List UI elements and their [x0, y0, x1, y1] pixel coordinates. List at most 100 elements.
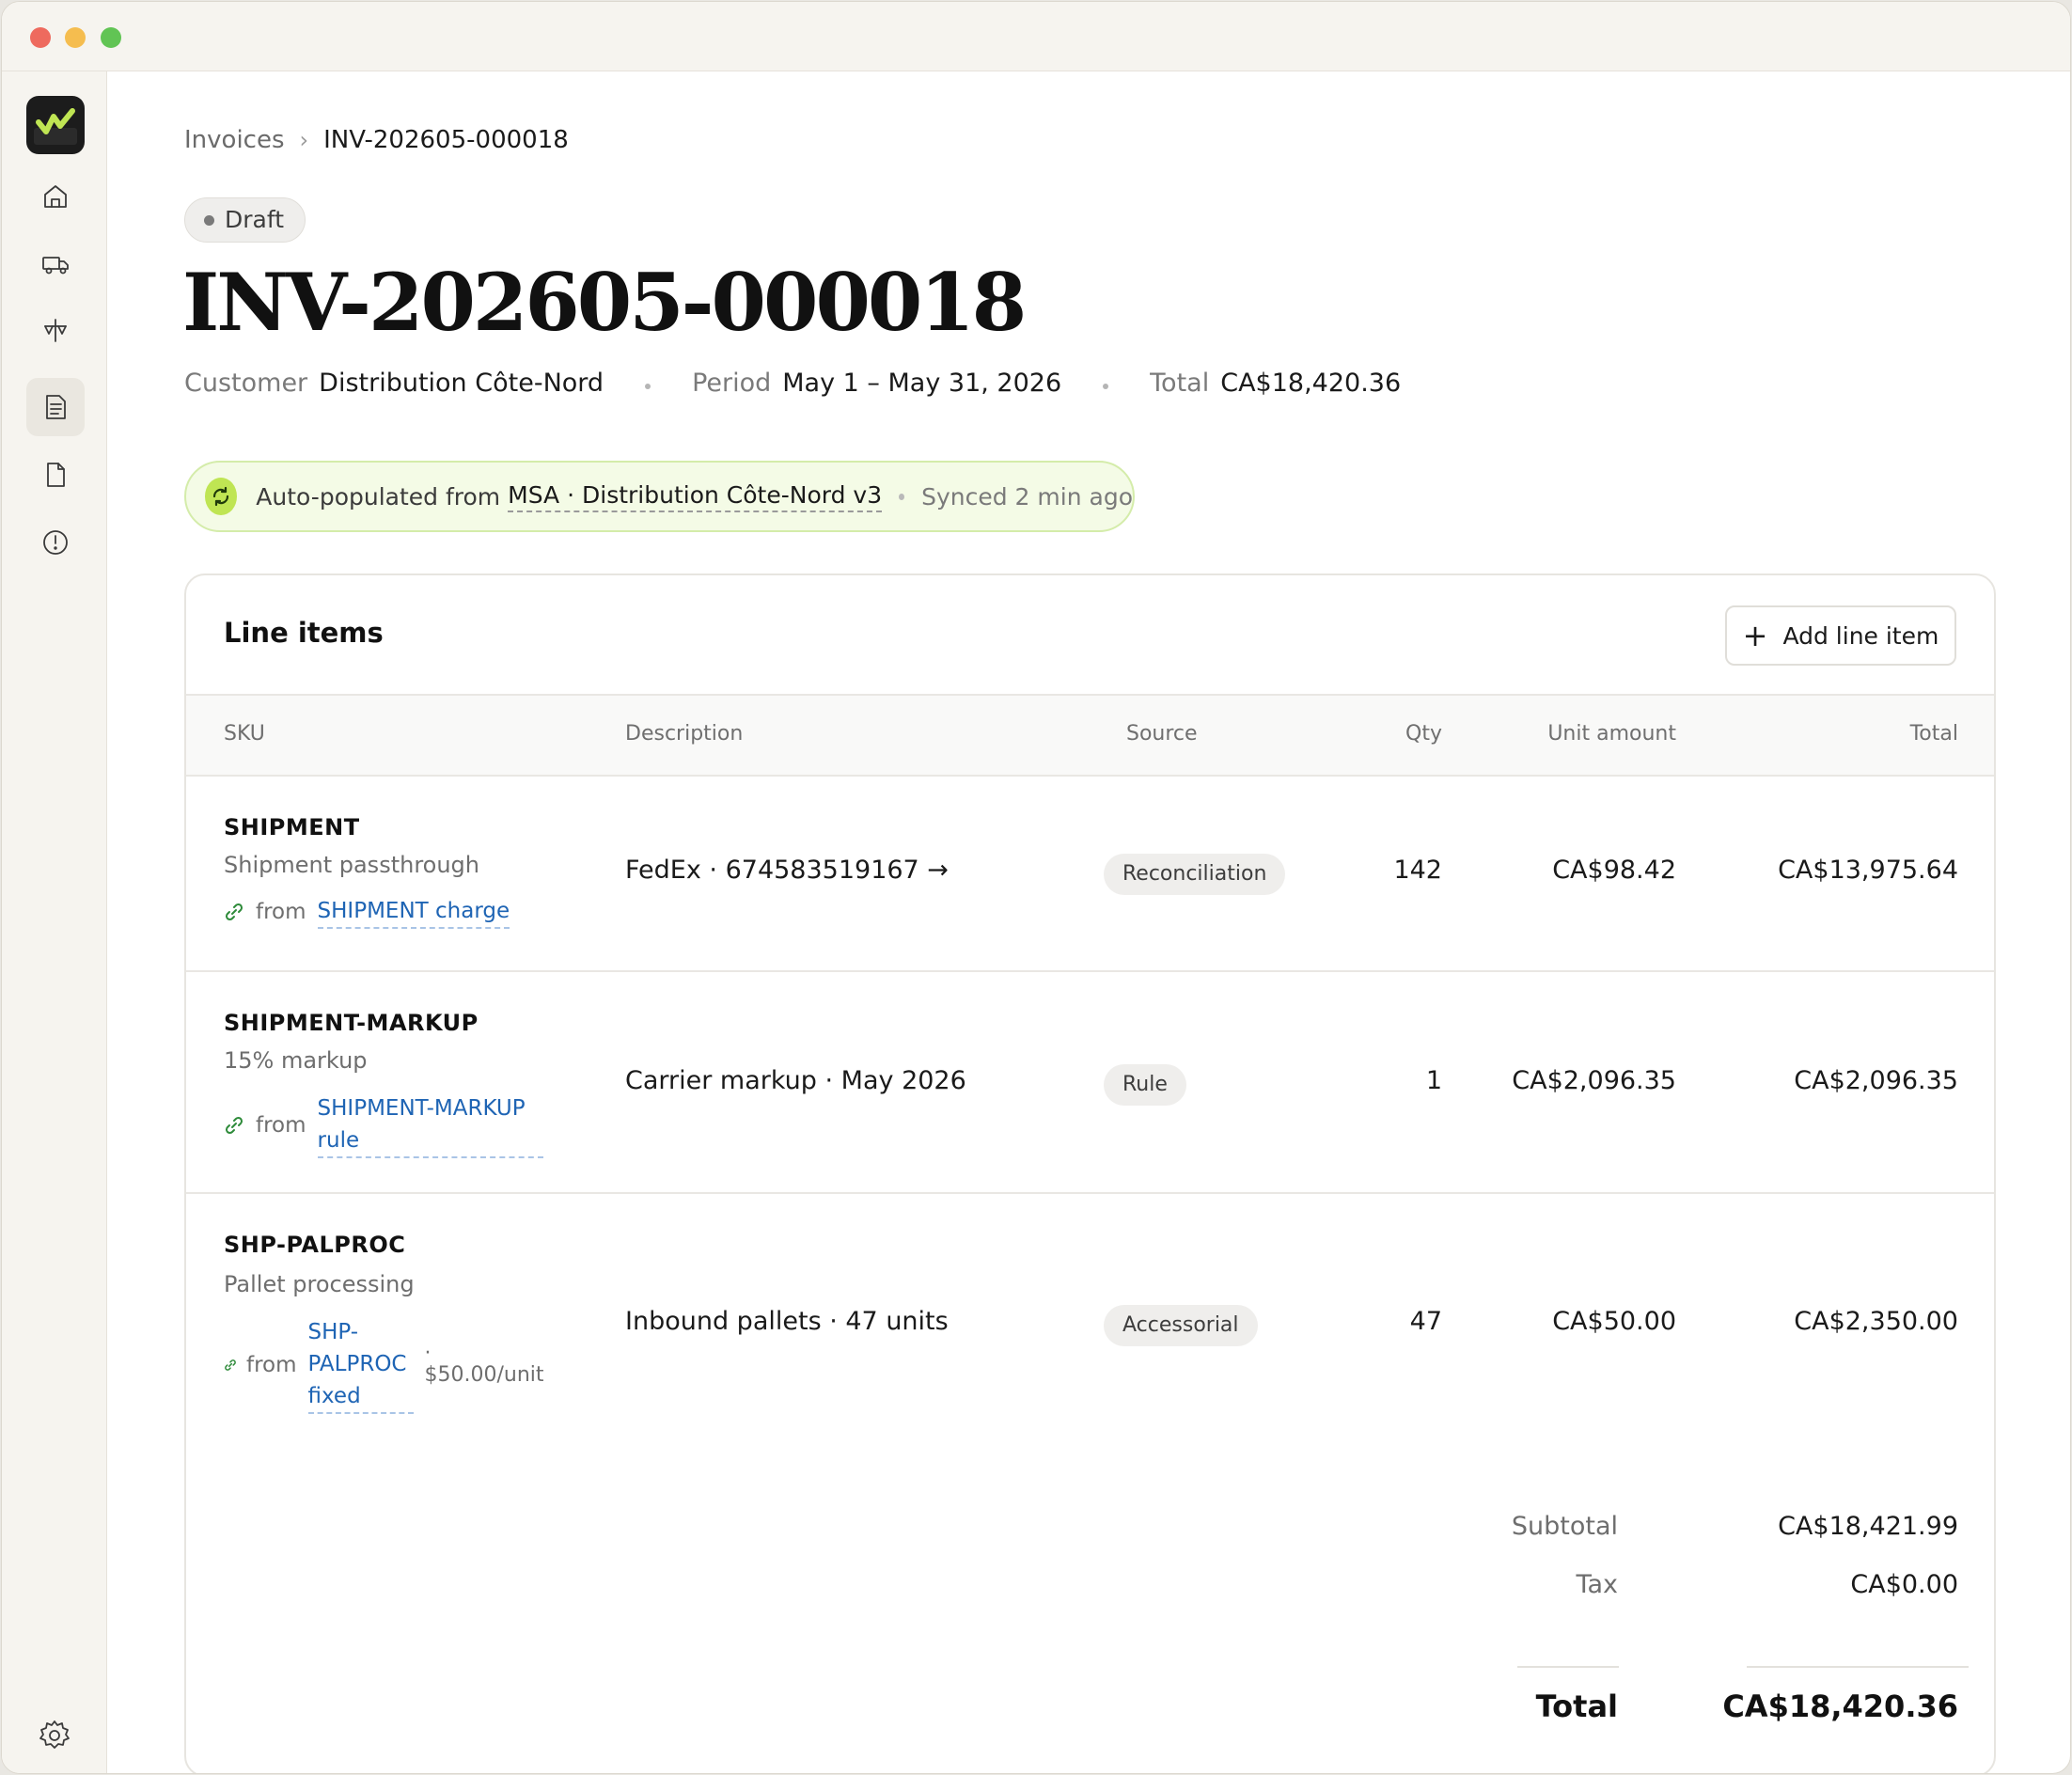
- tax-value: CA$0.00: [1850, 1570, 1958, 1599]
- subtotal-value: CA$18,421.99: [1778, 1512, 1958, 1541]
- grand-total-label: Total: [1535, 1689, 1618, 1724]
- unit-note-text: $50.00/unit: [424, 1362, 544, 1387]
- origin-link-line-2: PALPROC: [307, 1352, 407, 1376]
- period-label: Period: [692, 369, 772, 398]
- meta-separator: [1103, 383, 1109, 389]
- row-unit-amount: CA$50.00: [1552, 1307, 1676, 1336]
- customer-value: Distribution Côte-Nord: [319, 369, 604, 398]
- status-dot-icon: [204, 215, 214, 226]
- row-sku-subtitle: Pallet processing: [224, 1271, 415, 1297]
- row-description[interactable]: FedEx · 674583519167 →: [625, 856, 949, 885]
- total-value: CA$18,420.36: [1220, 369, 1402, 398]
- row-sku-subtitle: 15% markup: [224, 1047, 368, 1074]
- column-header-qty: Qty: [1405, 722, 1442, 746]
- row-origin: from SHIPMENT-MARKUP rule: [224, 1092, 543, 1158]
- logo-mark-icon: [34, 108, 77, 145]
- table-row[interactable]: SHIPMENT-MARKUP 15% markup from SHIPMENT…: [186, 972, 1994, 1194]
- close-window-button[interactable]: [30, 27, 51, 48]
- nav-documents[interactable]: [26, 446, 85, 504]
- source-badge: Accessorial: [1104, 1305, 1258, 1346]
- row-unit-amount: CA$98.42: [1552, 856, 1676, 885]
- row-total: CA$13,975.64: [1778, 856, 1958, 885]
- summary-divider: [1747, 1666, 1969, 1668]
- column-header-source: Source: [1126, 722, 1198, 746]
- nav-shipments[interactable]: [26, 235, 85, 293]
- row-qty: 142: [1393, 856, 1442, 885]
- app-logo[interactable]: [26, 96, 85, 154]
- column-header-unit-amount: Unit amount: [1547, 722, 1676, 746]
- status-badge: Draft: [184, 197, 306, 243]
- source-badge: Rule: [1104, 1064, 1186, 1106]
- maximize-window-button[interactable]: [101, 27, 121, 48]
- origin-link[interactable]: SHIPMENT-MARKUP rule: [317, 1092, 543, 1158]
- banner-separator: [899, 493, 905, 500]
- add-line-item-button[interactable]: + Add line item: [1725, 605, 1956, 666]
- nav-alerts[interactable]: [26, 513, 85, 572]
- main-content: Invoices › INV-202605-000018 Draft INV-2…: [108, 71, 2070, 1773]
- plus-icon: +: [1742, 618, 1768, 653]
- msa-link[interactable]: MSA · Distribution Côte-Nord v3: [508, 481, 883, 512]
- nav-reconciliation[interactable]: [26, 301, 85, 359]
- home-icon: [44, 185, 67, 208]
- nav-home[interactable]: [26, 167, 85, 226]
- origin-link-line-3: fixed: [307, 1384, 361, 1408]
- row-total: CA$2,350.00: [1794, 1307, 1958, 1336]
- total-label: Total: [1150, 369, 1210, 398]
- origin-link-line-2: rule: [317, 1128, 360, 1153]
- tax-label: Tax: [1576, 1570, 1618, 1599]
- auto-populate-banner: Auto-populated from MSA · Distribution C…: [184, 461, 1135, 532]
- period-value: May 1 – May 31, 2026: [782, 369, 1062, 398]
- settings-icon: [39, 1720, 70, 1749]
- grand-total-value: CA$18,420.36: [1722, 1689, 1958, 1724]
- table-row[interactable]: SHIPMENT Shipment passthrough from SHIPM…: [186, 777, 1994, 972]
- row-qty: 1: [1425, 1066, 1442, 1095]
- row-sku: SHP-PALPROC: [224, 1232, 406, 1258]
- origin-link[interactable]: SHIPMENT charge: [317, 895, 510, 929]
- breadcrumb: Invoices › INV-202605-000018: [184, 126, 569, 154]
- invoice-icon: [46, 395, 66, 419]
- settings-button[interactable]: [36, 1717, 73, 1754]
- row-origin: from SHP- PALPROC fixed · $50.00/unit: [224, 1316, 544, 1414]
- banner-text: Auto-populated from: [256, 482, 501, 511]
- sync-status: Synced 2 min ago: [921, 482, 1133, 511]
- breadcrumb-invoices-link[interactable]: Invoices: [184, 126, 285, 154]
- origin-link-line-1: SHP-: [307, 1320, 359, 1344]
- meta-separator: [645, 383, 651, 389]
- link-icon: [225, 1359, 236, 1371]
- alert-icon: [43, 530, 68, 555]
- row-description: Inbound pallets · 47 units: [625, 1307, 949, 1336]
- subtotal-label: Subtotal: [1511, 1512, 1618, 1541]
- line-items-card: Line items + Add line item SKU Descripti…: [184, 573, 1996, 1773]
- from-label: from: [246, 1353, 297, 1377]
- unit-note-dot: ·: [424, 1341, 432, 1365]
- document-icon: [47, 463, 65, 487]
- scale-icon: [44, 319, 67, 342]
- summary-divider: [1517, 1666, 1619, 1668]
- unit-note: · $50.00/unit: [424, 1341, 544, 1387]
- origin-link-line-1: SHIPMENT-MARKUP: [317, 1096, 526, 1121]
- row-total: CA$2,096.35: [1794, 1066, 1958, 1095]
- nav-invoices[interactable]: [26, 378, 85, 436]
- card-header: Line items + Add line item: [186, 575, 1994, 696]
- column-header-sku: SKU: [224, 722, 265, 746]
- add-line-item-label: Add line item: [1782, 621, 1939, 650]
- title-bar: [2, 2, 2070, 71]
- chevron-right-icon: ›: [299, 127, 309, 153]
- link-icon: [225, 1116, 243, 1135]
- row-origin: from SHIPMENT charge: [224, 895, 510, 929]
- sync-icon: [205, 478, 238, 515]
- app-window: Invoices › INV-202605-000018 Draft INV-2…: [1, 1, 2071, 1774]
- minimize-window-button[interactable]: [65, 27, 86, 48]
- origin-link[interactable]: SHP- PALPROC fixed: [307, 1316, 414, 1414]
- column-header-description: Description: [625, 722, 744, 746]
- status-label: Draft: [225, 206, 285, 233]
- sidebar: [2, 71, 107, 1773]
- line-items-title: Line items: [224, 617, 384, 649]
- from-label: from: [256, 900, 306, 924]
- row-sku-subtitle: Shipment passthrough: [224, 852, 479, 878]
- table-row[interactable]: SHP-PALPROC Pallet processing from SHP- …: [186, 1194, 1994, 1457]
- column-header-total: Total: [1909, 722, 1958, 746]
- breadcrumb-current: INV-202605-000018: [323, 126, 569, 154]
- link-icon: [225, 903, 243, 921]
- truck-icon: [42, 257, 69, 275]
